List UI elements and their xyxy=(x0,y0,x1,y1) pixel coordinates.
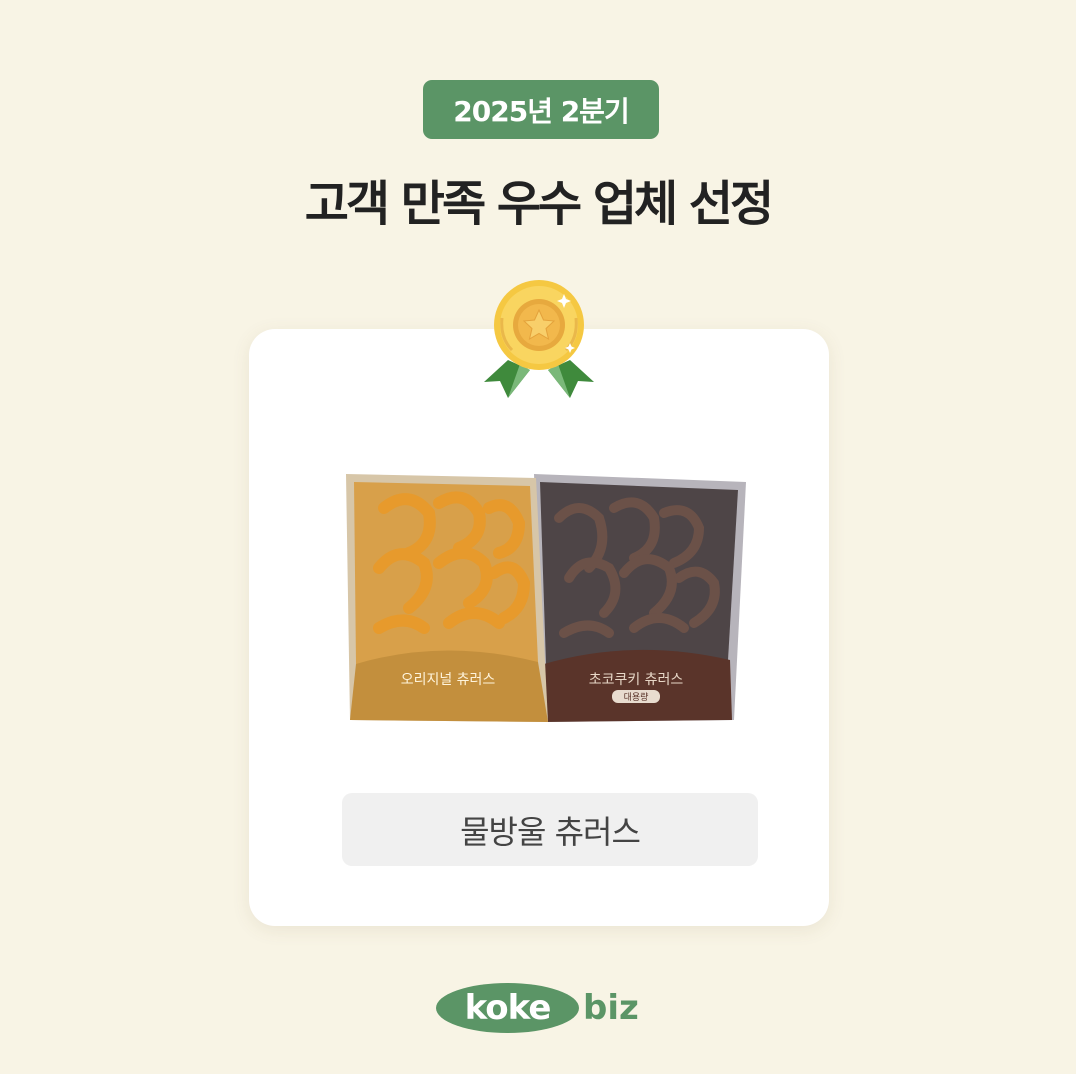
choco-churros-package: 초코쿠키 츄러스 대용량 xyxy=(534,474,746,722)
logo-main: koke xyxy=(436,983,579,1033)
logo-suffix: biz xyxy=(583,988,639,1028)
gold-medal-icon xyxy=(484,280,594,398)
choco-package-label: 초코쿠키 츄러스 xyxy=(589,672,684,688)
churros-product-packages-image: 초코쿠키 츄러스 대용량 오리지널 츄러스 xyxy=(346,474,746,722)
original-package-label: 오리지널 츄러스 xyxy=(401,672,496,688)
original-churros-package: 오리지널 츄러스 xyxy=(346,474,548,722)
period-badge: 2025년 2분기 xyxy=(423,80,659,139)
choco-package-sublabel: 대용량 xyxy=(624,691,649,703)
product-name: 물방울 츄러스 xyxy=(342,793,758,866)
page-title: 고객 만족 우수 업체 선정 xyxy=(304,176,774,232)
brand-logo: koke biz xyxy=(436,982,639,1034)
